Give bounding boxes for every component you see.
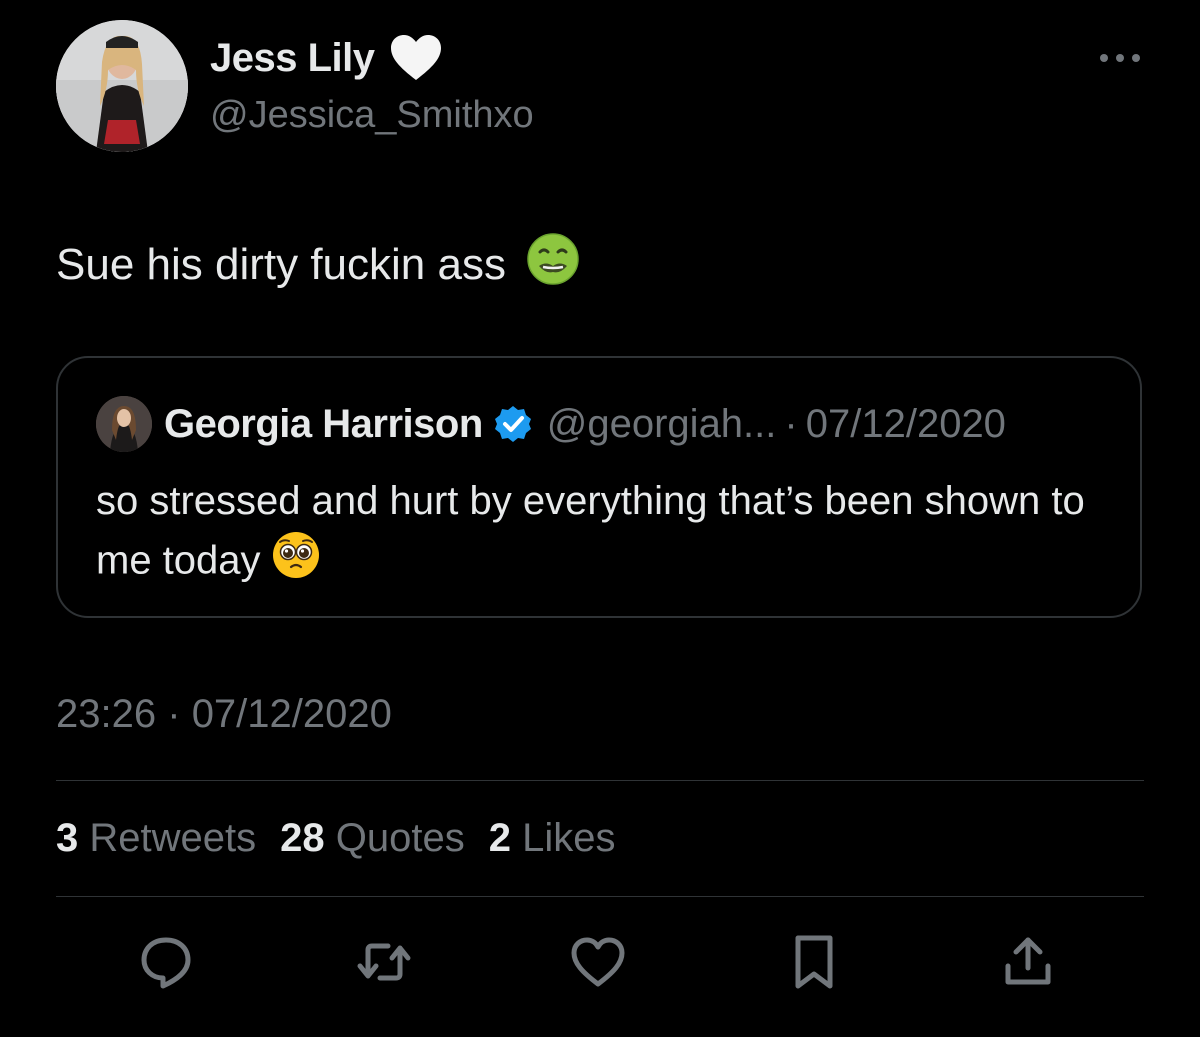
tweet-timestamp[interactable]: 23:26 · 07/12/2020: [56, 692, 392, 737]
divider: [56, 896, 1144, 897]
reply-button[interactable]: [134, 930, 198, 994]
quoted-author-name[interactable]: Georgia Harrison: [164, 402, 483, 447]
quoted-header-separator: ·: [784, 401, 798, 446]
divider: [56, 780, 1144, 781]
quotes-count: 28: [280, 816, 325, 860]
quoted-tweet-text-content: so stressed and hurt by everything that’…: [96, 479, 1085, 583]
white-heart-icon: [389, 34, 443, 82]
nauseated-face-emoji-icon: [526, 232, 580, 297]
share-icon: [1005, 937, 1051, 985]
quoted-tweet-card[interactable]: Georgia Harrison @georgiah... · 07/12/20…: [56, 356, 1142, 618]
quoted-author-avatar[interactable]: [96, 396, 152, 452]
retweet-button[interactable]: [352, 930, 416, 994]
reply-icon: [141, 937, 191, 989]
tweet-text: Sue his dirty fuckin ass: [56, 232, 580, 297]
retweet-icon: [357, 943, 411, 981]
like-icon: [571, 937, 625, 987]
author-handle[interactable]: @Jessica_Smithxo: [210, 94, 534, 137]
quotes-label: Quotes: [335, 816, 465, 860]
retweets-label: Retweets: [89, 816, 257, 860]
retweets-stat[interactable]: 3 Retweets: [56, 816, 256, 861]
likes-count: 2: [488, 816, 511, 860]
quoted-tweet-text: so stressed and hurt by everything that’…: [96, 472, 1096, 596]
verified-badge-icon: [493, 404, 533, 444]
quoted-tweet-header: Georgia Harrison @georgiah... · 07/12/20…: [96, 396, 1006, 452]
share-button[interactable]: [996, 930, 1060, 994]
quoted-tweet-date[interactable]: 07/12/2020: [806, 402, 1006, 447]
author-name-text[interactable]: Jess Lily: [210, 36, 375, 81]
engagement-stats: 3 Retweets 28 Quotes 2 Likes: [56, 816, 615, 861]
pleading-face-emoji-icon: [271, 530, 321, 596]
tweet-date: 07/12/2020: [191, 692, 392, 736]
tweet-text-content: Sue his dirty fuckin ass: [56, 239, 506, 289]
quotes-stat[interactable]: 28 Quotes: [280, 816, 465, 861]
more-options-icon[interactable]: [1098, 50, 1142, 66]
likes-stat[interactable]: 2 Likes: [489, 816, 616, 861]
bookmark-icon: [795, 935, 833, 989]
like-button[interactable]: [566, 930, 630, 994]
quoted-author-handle[interactable]: @georgiah...: [547, 402, 777, 447]
author-display-name[interactable]: Jess Lily: [210, 34, 443, 82]
retweets-count: 3: [56, 816, 79, 860]
likes-label: Likes: [522, 816, 616, 860]
bookmark-button[interactable]: [782, 930, 846, 994]
tweet-time: 23:26: [56, 692, 157, 736]
timestamp-separator: ·: [167, 692, 181, 736]
author-avatar[interactable]: [56, 20, 188, 152]
